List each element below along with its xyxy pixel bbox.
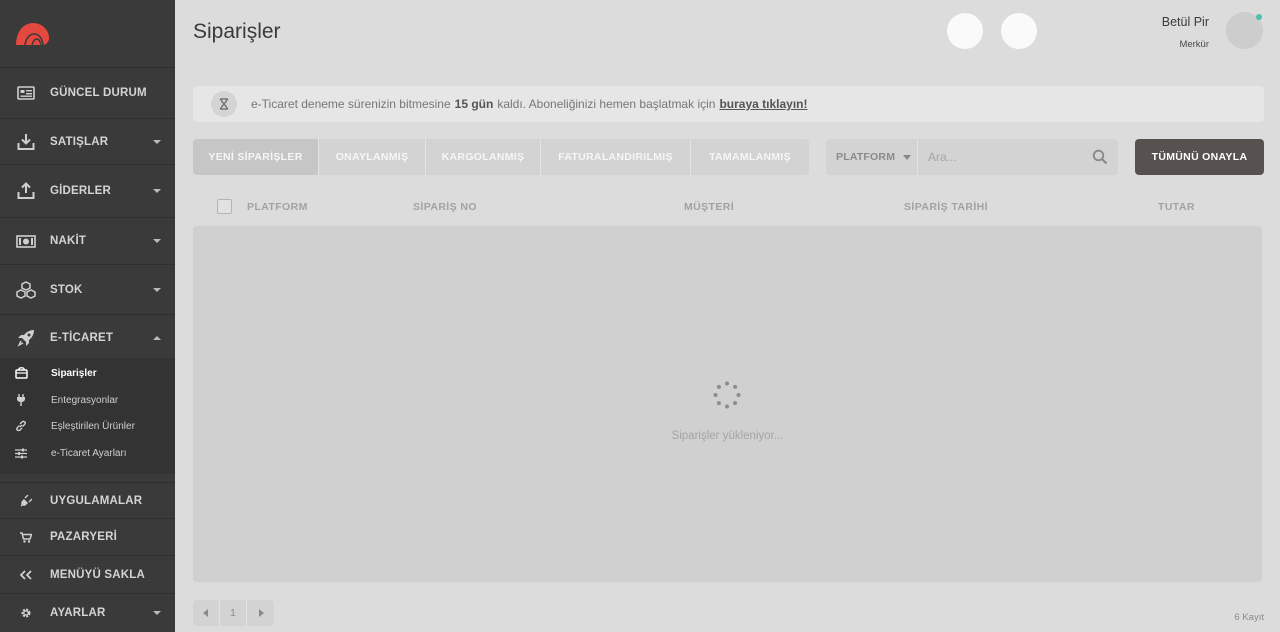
notice-text-after: kaldı. Aboneliğinizi hemen başlatmak içi… [497,97,716,111]
upload-tray-icon [16,182,36,199]
next-page-button[interactable] [247,600,274,626]
header-icon-button-2[interactable] [1001,13,1037,49]
sidebar-item-label: STOK [50,283,83,296]
sidebar-item-menuyu-sakla[interactable]: MENÜYÜ SAKLA [0,556,175,594]
logo-area [0,0,175,68]
boxes-icon [16,280,36,299]
gear-icon [16,605,36,621]
rocket-icon [16,330,36,347]
sidebar-item-e-ticaret[interactable]: E-TİCARET [0,315,175,361]
order-status-tabs: YENİ SİPARİŞLER ONAYLANMIŞ KARGOLANMIŞ F… [193,139,809,175]
submenu-item-entegrasyonlar[interactable]: Entegrasyonlar [0,390,175,410]
prev-page-button[interactable] [193,600,220,626]
chevron-down-icon [153,239,161,243]
sidebar-item-ayarlar[interactable]: AYARLAR [0,594,175,632]
user-name[interactable]: Betül Pir [1162,15,1209,29]
sidebar-item-nakit[interactable]: NAKİT [0,218,175,265]
tab-kargolanmis[interactable]: KARGOLANMIŞ [426,139,541,175]
submenu-item-label: Siparişler [51,367,97,379]
platform-dropdown-label: PLATFORM [836,151,896,163]
tab-tamamlanmis[interactable]: TAMAMLANMIŞ [691,139,809,175]
sidebar-item-label: MENÜYÜ SAKLA [50,568,146,581]
sliders-icon [14,446,28,460]
subscribe-link[interactable]: buraya tıklayın! [719,97,807,111]
submenu-item-e-ticaret-ayarlari[interactable]: e-Ticaret Ayarları [0,443,175,463]
chevron-down-icon [153,189,161,193]
notice-text-before: e-Ticaret deneme sürenizin bitmesine [251,97,451,111]
bag-icon [14,366,28,380]
page-number[interactable]: 1 [220,600,247,626]
double-chevron-left-icon [16,567,36,583]
tab-onaylanmis[interactable]: ONAYLANMIŞ [319,139,426,175]
pagination: 1 [193,600,274,626]
loading-message: Siparişler yükleniyor... [671,430,784,442]
column-header-platform[interactable]: PLATFORM [247,201,308,213]
sidebar-item-guncel-durum[interactable]: GÜNCEL DURUM [0,68,175,119]
chevron-down-icon [153,611,161,615]
chevron-down-icon [153,287,161,292]
sidebar-item-label: AYARLAR [50,607,106,619]
search-icon[interactable] [1092,149,1108,165]
submenu-item-label: e-Ticaret Ayarları [51,447,127,459]
column-header-siparis-no[interactable]: SİPARİŞ NO [413,201,477,213]
column-header-tutar[interactable]: TUTAR [1158,201,1195,213]
page-title: Siparişler [193,20,281,43]
record-count: 6 Kayıt [1234,612,1264,623]
trial-notice-banner: e-Ticaret deneme sürenizin bitmesine 15 … [193,86,1264,122]
chevron-down-icon [903,154,912,160]
user-organization: Merkür [1179,39,1209,50]
submenu-item-siparisler[interactable]: Siparişler [0,363,175,383]
sidebar-item-label: PAZARYERİ [50,531,117,543]
chevron-right-icon [258,609,264,617]
download-tray-icon [16,133,36,150]
submenu-item-label: Entegrasyonlar [51,394,119,406]
sidebar-item-label: GİDERLER [50,185,112,197]
column-header-siparis-tarihi[interactable]: SİPARİŞ TARİHİ [904,201,988,213]
sidebar-item-uygulamalar[interactable]: UYGULAMALAR [0,482,175,519]
online-status-dot [1256,14,1262,20]
sidebar-item-satislar[interactable]: SATIŞLAR [0,119,175,165]
sidebar: GÜNCEL DURUM SATIŞLAR GİDERLER NAKİT STO… [0,0,175,632]
loading-spinner-icon [713,381,741,409]
notice-days: 15 gün [454,97,494,111]
sidebar-item-pazaryeri[interactable]: PAZARYERİ [0,519,175,556]
hourglass-icon [211,91,237,117]
brand-logo[interactable] [14,21,50,47]
sidebar-item-giderler[interactable]: GİDERLER [0,165,175,218]
sidebar-item-label: NAKİT [50,235,87,247]
cash-icon [16,233,36,249]
sidebar-item-label: UYGULAMALAR [50,494,143,507]
cart-icon [16,529,36,545]
sidebar-item-label: SATIŞLAR [50,135,109,148]
sidebar-item-label: E-TİCARET [50,332,114,344]
plug-small-icon [16,493,36,509]
chevron-up-icon [153,336,161,340]
chevron-down-icon [153,139,161,144]
e-ticaret-submenu: Siparişler Entegrasyonlar Eşleştirilen Ü… [0,358,175,474]
platform-dropdown[interactable]: PLATFORM [826,139,918,175]
newspaper-icon [16,85,36,101]
approve-all-button[interactable]: TÜMÜNÜ ONAYLA [1135,139,1264,175]
select-all-checkbox[interactable] [217,199,232,214]
search-input[interactable] [918,139,1092,175]
tab-faturalandirilmis[interactable]: FATURALANDIRILMIŞ [541,139,691,175]
column-header-musteri[interactable]: MÜŞTERİ [684,201,734,213]
plug-icon [14,393,28,407]
header-icon-button-1[interactable] [947,13,983,49]
chevron-left-icon [203,609,208,617]
search-box: PLATFORM [826,139,1118,175]
tab-yeni-siparisler[interactable]: YENİ SİPARİŞLER [193,139,319,175]
sidebar-item-label: GÜNCEL DURUM [50,87,147,99]
sidebar-item-stok[interactable]: STOK [0,265,175,315]
